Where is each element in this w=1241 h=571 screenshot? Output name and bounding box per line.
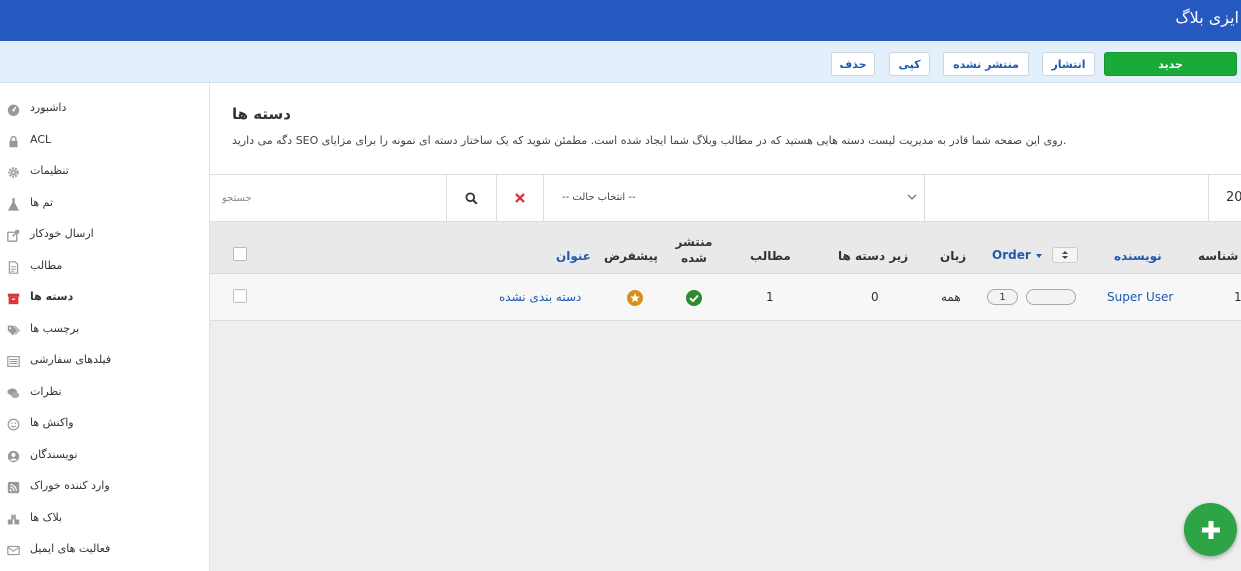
unpublish-button[interactable]: منتشر نشده xyxy=(943,52,1029,76)
list-icon xyxy=(6,354,20,368)
sidebar-item-tags[interactable]: برچسب ها xyxy=(0,315,209,345)
top-bar: ایزی بلاگ xyxy=(0,0,1241,41)
sidebar-item-reactions[interactable]: واکنش ها xyxy=(0,409,209,439)
sidebar-item-dashboard[interactable]: داشبورد xyxy=(0,94,209,124)
sidebar-item-email-activities[interactable]: فعالیت های ایمیل xyxy=(0,535,209,565)
page-title: دسته ها xyxy=(232,105,291,123)
save-order-button[interactable] xyxy=(1052,247,1078,263)
sidebar: داشبورد ACL تنظیمات تم ها ارسال خودکار م… xyxy=(0,83,210,571)
search-icon xyxy=(465,191,478,204)
column-title[interactable]: عنوان xyxy=(556,249,591,263)
search-button[interactable] xyxy=(447,175,497,221)
sidebar-item-label: تنظیمات xyxy=(30,164,69,177)
sidebar-item-label: واکنش ها xyxy=(30,416,74,429)
sidebar-item-label: ارسال خودکار xyxy=(30,227,94,240)
row-id: 1 xyxy=(1234,290,1241,304)
column-language[interactable]: زبان xyxy=(940,249,966,263)
select-all-checkbox[interactable] xyxy=(233,247,247,261)
smiley-icon xyxy=(6,417,20,431)
chevron-down-icon xyxy=(907,194,917,200)
copy-button[interactable]: کپی xyxy=(889,52,930,76)
sidebar-item-themes[interactable]: تم ها xyxy=(0,189,209,219)
sidebar-item-label: دسته ها xyxy=(30,290,74,303)
sidebar-item-label: ACL xyxy=(30,133,52,146)
sidebar-item-categories[interactable]: دسته ها xyxy=(0,283,209,313)
order-input[interactable]: 1 xyxy=(987,289,1018,305)
state-select-value: -- انتخاب حالت -- xyxy=(562,192,636,203)
search-input[interactable] xyxy=(210,175,446,221)
sidebar-item-acl[interactable]: ACL xyxy=(0,126,209,156)
language-value: همه xyxy=(941,290,961,304)
sidebar-item-posts[interactable]: مطالب xyxy=(0,252,209,282)
filter-bar: -- انتخاب حالت -- 20 xyxy=(210,174,1241,222)
sidebar-item-label: تم ها xyxy=(30,196,54,209)
cubes-icon xyxy=(6,512,20,526)
sidebar-item-settings[interactable]: تنظیمات xyxy=(0,157,209,187)
comments-icon xyxy=(6,386,20,400)
sidebar-item-blocks[interactable]: بلاک ها xyxy=(0,504,209,534)
app-title: ایزی بلاگ xyxy=(1175,8,1239,27)
category-title-link[interactable]: دسته بندی نشده xyxy=(499,290,581,304)
author-link[interactable]: Super User xyxy=(1107,290,1173,304)
sidebar-item-feed-importer[interactable]: وارد کننده خوراک xyxy=(0,472,209,502)
filter-empty-cell xyxy=(925,175,1209,221)
tags-icon xyxy=(6,323,20,337)
sidebar-item-label: بلاک ها xyxy=(30,511,63,524)
sidebar-item-label: نویسندگان xyxy=(30,448,78,461)
column-posts[interactable]: مطالب xyxy=(750,249,791,263)
order-arrows[interactable] xyxy=(1026,289,1076,305)
dashboard-icon xyxy=(6,102,20,116)
state-select[interactable]: -- انتخاب حالت -- xyxy=(544,175,925,221)
new-button[interactable]: جدید xyxy=(1104,52,1237,76)
document-icon xyxy=(6,260,20,274)
posts-count: 1 xyxy=(766,290,774,304)
archive-box-icon xyxy=(6,291,20,305)
table-row: دسته بندی نشده 1 0 همه 1 Super User 1 xyxy=(210,274,1241,321)
sidebar-item-custom-fields[interactable]: فیلدهای سفارشی xyxy=(0,346,209,376)
sidebar-item-label: وارد کننده خوراک xyxy=(30,479,110,492)
sidebar-item-autopost[interactable]: ارسال خودکار xyxy=(0,220,209,250)
default-star-icon[interactable] xyxy=(627,290,643,306)
sidebar-item-label: فعالیت های ایمیل xyxy=(30,542,111,555)
sidebar-item-comments[interactable]: نظرات xyxy=(0,378,209,408)
sidebar-item-authors[interactable]: نویسندگان xyxy=(0,441,209,471)
column-published[interactable]: منتشر شده xyxy=(670,234,718,266)
add-button[interactable] xyxy=(1184,503,1237,556)
sidebar-item-label: مطالب xyxy=(30,259,63,272)
published-check-icon[interactable] xyxy=(686,290,702,306)
page-description: دگه می دارید SEO روی این صفحه شما قادر ب… xyxy=(232,134,1067,147)
user-icon xyxy=(6,449,20,463)
sort-icon xyxy=(1062,251,1068,259)
column-subcategories[interactable]: زیر دسته ها xyxy=(838,249,908,263)
sidebar-item-label: داشبورد xyxy=(30,101,67,114)
column-order[interactable]: Order xyxy=(992,248,1043,262)
sidebar-item-label: نظرات xyxy=(30,385,62,398)
clear-search-button[interactable] xyxy=(497,175,544,221)
row-checkbox[interactable] xyxy=(233,289,247,303)
search-cell xyxy=(210,175,447,221)
rss-icon xyxy=(6,480,20,494)
delete-button[interactable]: حذف xyxy=(831,52,875,76)
plus-icon xyxy=(1201,520,1220,539)
close-icon xyxy=(515,193,525,203)
caret-down-icon xyxy=(1035,253,1042,258)
toolbar: حذف کپی منتشر نشده انتشار جدید xyxy=(0,41,1241,83)
publish-button[interactable]: انتشار xyxy=(1042,52,1095,76)
column-default[interactable]: پیشفرض xyxy=(604,249,658,263)
limit-select[interactable]: 20 xyxy=(1226,190,1241,205)
gear-icon xyxy=(6,165,20,179)
page-header: دسته ها دگه می دارید SEO روی این صفحه شم… xyxy=(210,83,1241,174)
column-author[interactable]: نویسنده xyxy=(1114,249,1162,263)
sidebar-item-label: برچسب ها xyxy=(30,322,80,335)
table-header: عنوان پیشفرض منتشر شده مطالب زیر دسته ها… xyxy=(210,222,1241,274)
subcategories-count: 0 xyxy=(871,290,879,304)
lock-icon xyxy=(6,134,20,148)
flask-icon xyxy=(6,197,20,211)
column-id[interactable]: شناسه xyxy=(1198,249,1238,263)
sidebar-item-label: فیلدهای سفارشی xyxy=(30,353,112,366)
envelope-icon xyxy=(6,543,20,557)
main-content: دسته ها دگه می دارید SEO روی این صفحه شم… xyxy=(210,83,1241,571)
share-icon xyxy=(6,228,20,242)
